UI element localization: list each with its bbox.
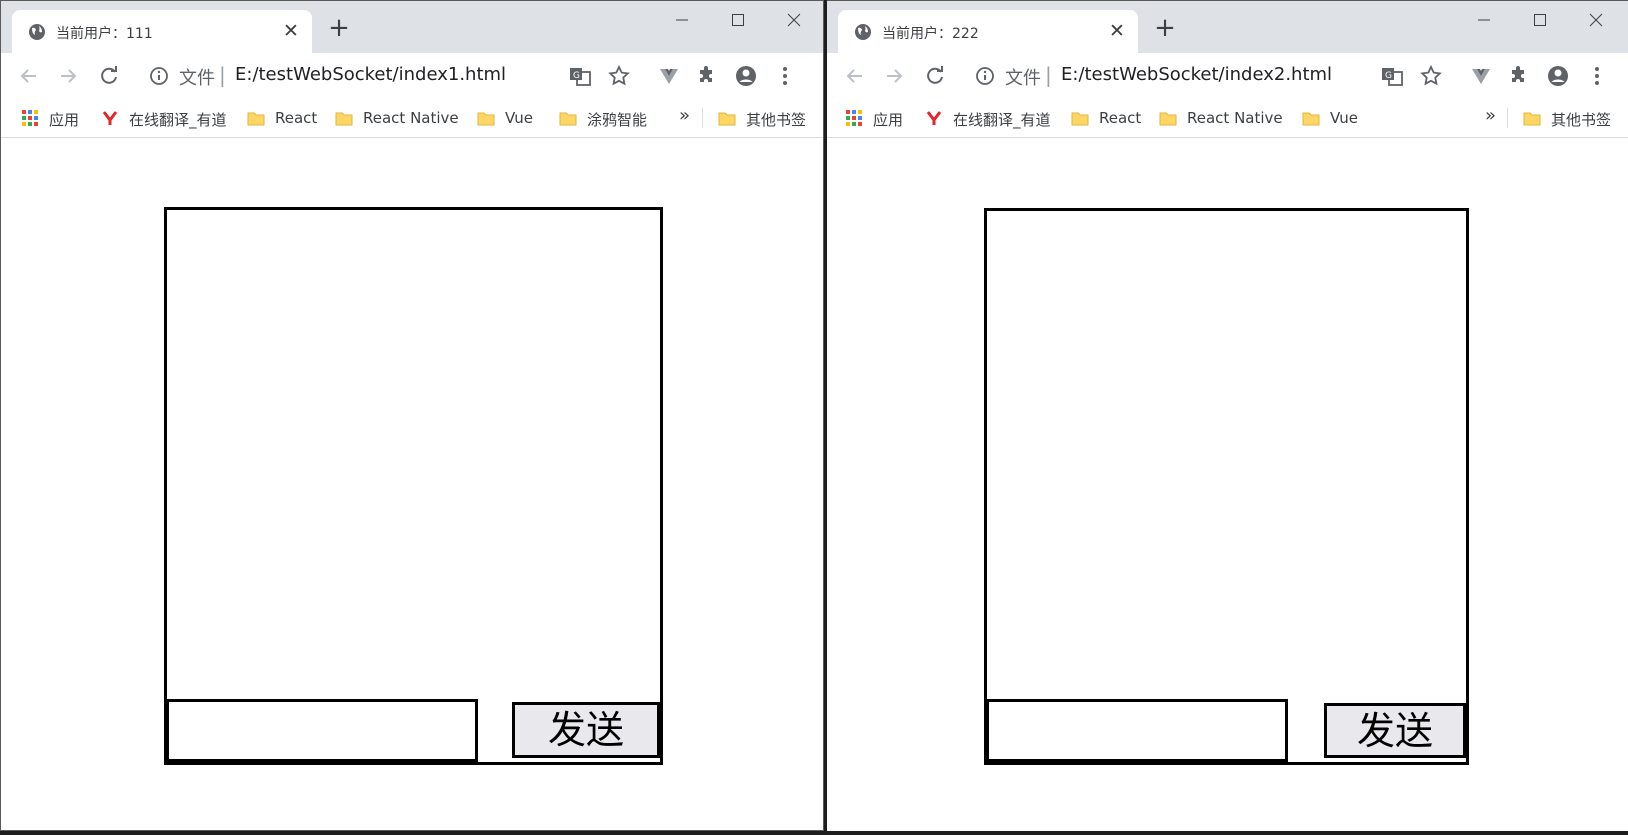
bookmark-label: Vue xyxy=(505,109,533,127)
minimize-button[interactable] xyxy=(1461,7,1507,33)
bookmark-label: 其他书签 xyxy=(746,111,807,129)
omnibox-separator: | xyxy=(1045,63,1052,87)
chat-messages-box xyxy=(164,207,663,765)
back-arrow-icon[interactable] xyxy=(843,64,867,88)
bookmarks-divider xyxy=(702,108,703,128)
maximize-button[interactable] xyxy=(715,7,761,33)
tab-current-user[interactable]: 当前用户：222 ✕ xyxy=(838,10,1138,53)
send-button[interactable]: 发送 xyxy=(1324,703,1466,758)
folder-icon xyxy=(1302,112,1320,126)
forward-arrow-icon[interactable] xyxy=(56,64,80,88)
message-input[interactable] xyxy=(986,699,1288,762)
bookmark-label: 应用 xyxy=(49,111,80,129)
extensions-puzzle-icon[interactable] xyxy=(1507,64,1531,88)
vue-devtools-icon[interactable] xyxy=(657,64,681,88)
bookmark-label: React xyxy=(1099,109,1142,127)
apps-grid-icon xyxy=(22,110,38,126)
bookmark-label: 其他书签 xyxy=(1551,111,1612,129)
folder-icon xyxy=(247,112,265,126)
omnibox-url[interactable]: E:/testWebSocket/index1.html xyxy=(235,64,506,85)
bookmark-label: React xyxy=(275,109,318,127)
bookmark-label: 涂鸦智能 xyxy=(587,111,648,129)
bookmark-label: 在线翻译_有道 xyxy=(129,111,227,129)
message-input[interactable] xyxy=(166,699,478,762)
menu-kebab-icon[interactable] xyxy=(773,64,797,88)
globe-icon xyxy=(855,24,871,40)
page-content: 发送 xyxy=(827,138,1628,831)
folder-icon xyxy=(477,112,495,126)
tab-current-user[interactable]: 当前用户：111 ✕ xyxy=(12,10,312,53)
tab-title: 当前用户：111 xyxy=(56,26,153,42)
bookmark-star-icon[interactable] xyxy=(607,64,631,88)
send-button[interactable]: 发送 xyxy=(512,702,660,758)
close-window-button[interactable] xyxy=(1573,7,1619,33)
folder-icon xyxy=(335,112,353,126)
minimize-button[interactable] xyxy=(659,7,705,33)
reload-icon[interactable] xyxy=(97,64,121,88)
bookmark-label: React Native xyxy=(1187,109,1283,127)
tab-close-icon[interactable]: ✕ xyxy=(1106,20,1128,42)
folder-icon xyxy=(1159,112,1177,126)
globe-icon xyxy=(29,24,45,40)
more-bookmarks-chevron-icon[interactable]: » xyxy=(1485,105,1496,126)
more-bookmarks-chevron-icon[interactable]: » xyxy=(679,105,690,126)
browser-window-2: 当前用户：222 ✕ + 文件 | E:/testWebSocket/index… xyxy=(827,0,1628,831)
bookmarks-bar: 应用 在线翻译_有道 React React Native Vue 涂鸦智能 »… xyxy=(1,99,823,138)
apps-grid-icon xyxy=(846,110,862,126)
profile-avatar-icon[interactable] xyxy=(1546,64,1570,88)
bookmark-label: Vue xyxy=(1330,109,1358,127)
vue-devtools-icon[interactable] xyxy=(1469,64,1493,88)
new-tab-plus-icon[interactable]: + xyxy=(327,15,351,41)
maximize-icon xyxy=(732,14,744,26)
tab-close-icon[interactable]: ✕ xyxy=(280,20,302,42)
profile-avatar-icon[interactable] xyxy=(734,64,758,88)
minimize-icon xyxy=(1478,19,1490,21)
page-content: 发送 xyxy=(1,138,823,830)
browser-window-1: 当前用户：111 ✕ + 文件 | E:/testWebSocket/index… xyxy=(0,0,824,831)
youdao-icon xyxy=(926,111,942,125)
tab-title: 当前用户：222 xyxy=(882,26,979,42)
youdao-icon xyxy=(102,111,118,125)
omnibox-url[interactable]: E:/testWebSocket/index2.html xyxy=(1061,64,1332,85)
bookmark-star-icon[interactable] xyxy=(1419,64,1443,88)
minimize-icon xyxy=(676,19,688,21)
back-arrow-icon[interactable] xyxy=(17,64,41,88)
omnibox-separator: | xyxy=(219,63,226,87)
browser-toolbar: 文件 | E:/testWebSocket/index1.html G xyxy=(1,53,823,99)
folder-icon xyxy=(1523,112,1541,126)
folder-icon xyxy=(718,112,736,126)
maximize-button[interactable] xyxy=(1517,7,1563,33)
tab-strip: 当前用户：222 ✕ + xyxy=(827,1,1628,53)
bookmarks-bar: 应用 在线翻译_有道 React React Native Vue » 其他书签 xyxy=(827,99,1628,138)
bookmarks-divider xyxy=(1507,108,1508,128)
close-icon xyxy=(787,13,801,27)
svg-text:G: G xyxy=(573,71,580,81)
translate-icon[interactable]: G xyxy=(1380,64,1404,88)
chat-messages-box xyxy=(984,208,1469,765)
omnibox-file-label: 文件 xyxy=(1005,68,1041,89)
maximize-icon xyxy=(1534,14,1546,26)
info-icon[interactable] xyxy=(149,66,169,86)
folder-icon xyxy=(559,112,577,126)
omnibox-file-label: 文件 xyxy=(179,68,215,89)
browser-toolbar: 文件 | E:/testWebSocket/index2.html G xyxy=(827,53,1628,99)
new-tab-plus-icon[interactable]: + xyxy=(1153,15,1177,41)
menu-kebab-icon[interactable] xyxy=(1585,64,1609,88)
bookmark-label: 在线翻译_有道 xyxy=(953,111,1051,129)
info-icon[interactable] xyxy=(975,66,995,86)
reload-icon[interactable] xyxy=(923,64,947,88)
close-icon xyxy=(1589,13,1603,27)
forward-arrow-icon[interactable] xyxy=(882,64,906,88)
tab-strip: 当前用户：111 ✕ + xyxy=(1,1,823,53)
svg-text:G: G xyxy=(1385,71,1392,81)
extensions-puzzle-icon[interactable] xyxy=(695,64,719,88)
translate-icon[interactable]: G xyxy=(568,64,592,88)
bookmark-label: 应用 xyxy=(873,111,904,129)
close-window-button[interactable] xyxy=(771,7,817,33)
folder-icon xyxy=(1071,112,1089,126)
bookmark-label: React Native xyxy=(363,109,459,127)
